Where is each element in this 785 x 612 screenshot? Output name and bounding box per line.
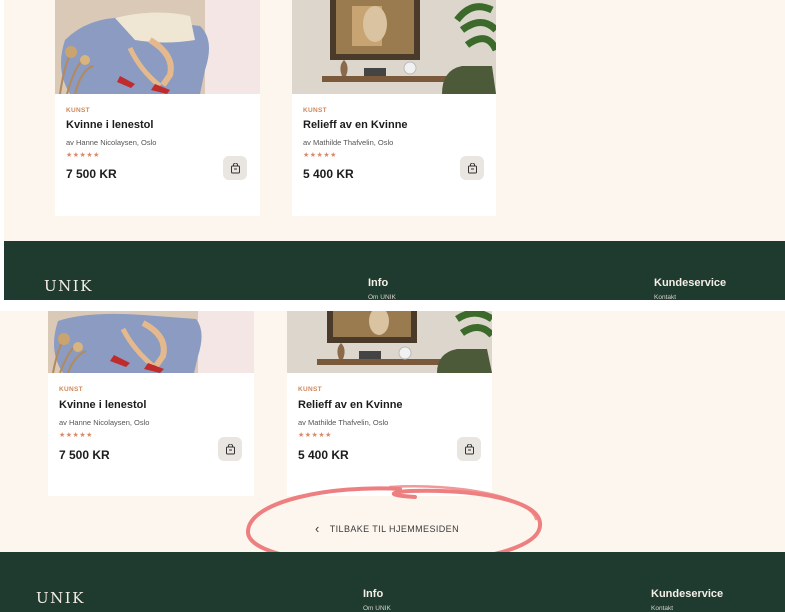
screenshot-before: KUNST Kvinne i lenestol av Hanne Nicolay… xyxy=(4,0,785,300)
relief-interior-image xyxy=(287,311,492,373)
product-image[interactable] xyxy=(48,311,254,373)
add-to-cart-button[interactable] xyxy=(218,437,242,461)
product-image[interactable] xyxy=(287,311,492,373)
screenshot-after: KUNST Kvinne i lenestol av Hanne Nicolay… xyxy=(0,311,785,612)
product-price: 5 400 KR xyxy=(298,448,349,462)
footer-link-om-unik[interactable]: Om UNIK xyxy=(363,605,391,612)
product-image[interactable] xyxy=(55,0,260,94)
category-label: KUNST xyxy=(298,386,322,393)
footer-info-heading: Info xyxy=(368,277,389,289)
add-to-cart-button[interactable] xyxy=(460,156,484,180)
painting-woman-chair-image xyxy=(48,311,254,373)
product-card-kvinne-i-lenestol[interactable]: KUNST Kvinne i lenestol av Hanne Nicolay… xyxy=(55,0,260,216)
product-artist: av Hanne Nicolaysen, Oslo xyxy=(66,138,157,147)
category-label: KUNST xyxy=(303,107,327,114)
footer-link-om-unik[interactable]: Om UNIK xyxy=(368,294,396,300)
footer-kundeservice-heading: Kundeservice xyxy=(651,588,724,600)
relief-interior-image xyxy=(292,0,496,94)
chevron-left-icon: ‹ xyxy=(315,521,320,536)
product-price: 5 400 KR xyxy=(303,167,354,181)
product-title[interactable]: Relieff av en Kvinne xyxy=(303,119,408,131)
product-title[interactable]: Kvinne i lenestol xyxy=(66,119,153,131)
back-to-home-label: TILBAKE TIL HJEMMESIDEN xyxy=(329,523,459,534)
product-artist: av Mathilde Thafvelin, Oslo xyxy=(298,418,389,427)
footer-kundeservice-heading: Kundeservice xyxy=(654,277,727,289)
cart-icon xyxy=(464,443,474,454)
site-footer: UNIK Info Om UNIK Kundeservice Kontakt xyxy=(4,241,785,300)
footer-info-heading: Info xyxy=(363,588,384,600)
rating-stars: ★★★★★ xyxy=(303,152,337,159)
product-artist: av Hanne Nicolaysen, Oslo xyxy=(59,418,150,427)
add-to-cart-button[interactable] xyxy=(223,156,247,180)
rating-stars: ★★★★★ xyxy=(298,432,332,439)
cart-icon xyxy=(225,443,235,454)
product-price: 7 500 KR xyxy=(59,448,110,462)
product-price: 7 500 KR xyxy=(66,167,117,181)
footer-logo[interactable]: UNIK xyxy=(36,589,85,607)
cart-icon xyxy=(230,162,240,173)
rating-stars: ★★★★★ xyxy=(66,152,100,159)
product-card-kvinne-i-lenestol[interactable]: KUNST Kvinne i lenestol av Hanne Nicolay… xyxy=(48,311,254,496)
category-label: KUNST xyxy=(59,386,83,393)
rating-stars: ★★★★★ xyxy=(59,432,93,439)
painting-woman-chair-image xyxy=(55,0,260,94)
footer-link-kontakt[interactable]: Kontakt xyxy=(654,294,676,300)
product-title[interactable]: Kvinne i lenestol xyxy=(59,399,146,411)
back-to-home-link[interactable]: ‹ TILBAKE TIL HJEMMESIDEN xyxy=(315,521,459,536)
category-label: KUNST xyxy=(66,107,90,114)
product-card-relieff-av-en-kvinne[interactable]: KUNST Relieff av en Kvinne av Mathilde T… xyxy=(292,0,496,216)
footer-logo[interactable]: UNIK xyxy=(44,277,93,295)
footer-link-kontakt[interactable]: Kontakt xyxy=(651,605,673,612)
product-image[interactable] xyxy=(292,0,496,94)
product-artist: av Mathilde Thafvelin, Oslo xyxy=(303,138,394,147)
add-to-cart-button[interactable] xyxy=(457,437,481,461)
site-footer: UNIK Info Om UNIK Kundeservice Kontakt xyxy=(0,552,785,612)
product-title[interactable]: Relieff av en Kvinne xyxy=(298,399,403,411)
product-card-relieff-av-en-kvinne[interactable]: KUNST Relieff av en Kvinne av Mathilde T… xyxy=(287,311,492,496)
cart-icon xyxy=(467,162,477,173)
